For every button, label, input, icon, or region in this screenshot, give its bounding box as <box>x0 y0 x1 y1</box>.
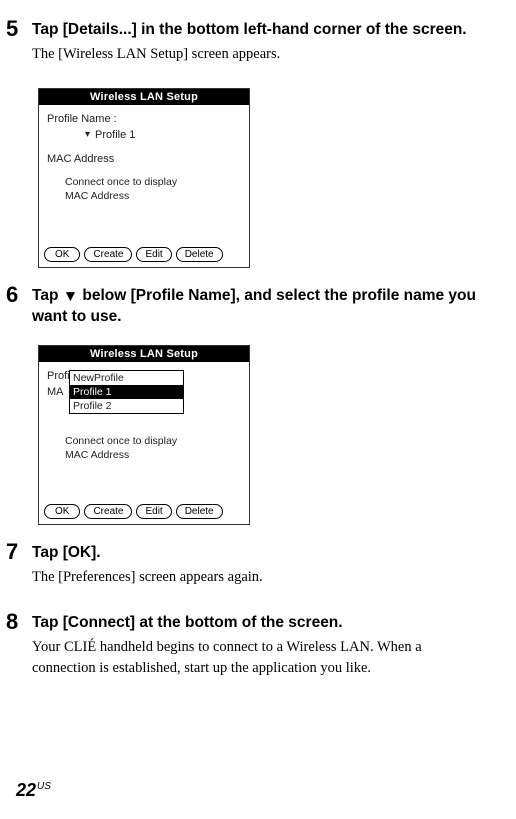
device-titlebar: Wireless LAN Setup <box>39 89 249 105</box>
step-number: 7 <box>6 541 32 597</box>
chevron-down-icon[interactable]: ▾ <box>85 130 90 140</box>
step-title: Tap [Details...] in the bottom left-hand… <box>32 20 486 41</box>
step-title: Tap [Connect] at the bottom of the scree… <box>32 613 486 634</box>
create-button[interactable]: Create <box>84 247 132 262</box>
step-content: Tap [Connect] at the bottom of the scree… <box>32 611 486 688</box>
ok-button[interactable]: OK <box>44 504 80 519</box>
mac-hint-line1: Connect once to display <box>65 434 241 448</box>
delete-button[interactable]: Delete <box>176 504 223 519</box>
mac-hint-line2: MAC Address <box>65 189 241 203</box>
device-titlebar: Wireless LAN Setup <box>39 346 249 362</box>
device-footer: OK Create Edit Delete <box>39 500 249 524</box>
mac-address-label: MAC Address <box>47 153 241 165</box>
device-screenshot-1: Wireless LAN Setup Profile Name : ▾ Prof… <box>38 88 250 268</box>
dropdown-option-profile1[interactable]: Profile 1 <box>70 385 183 399</box>
profile-name-label: Profile Name : <box>47 113 241 125</box>
step-content: Tap ▼ below [Profile Name], and select t… <box>32 284 486 331</box>
step-number: 5 <box>6 18 32 74</box>
mac-hint-line2: MAC Address <box>65 448 241 462</box>
step-number: 8 <box>6 611 32 688</box>
profile-dropdown[interactable]: NewProfile Profile 1 Profile 2 <box>69 370 184 414</box>
step-title-post: below [Profile Name], and select the pro… <box>32 287 476 325</box>
device-footer: OK Create Edit Delete <box>39 243 249 267</box>
step-body: The [Preferences] screen appears again. <box>32 567 486 587</box>
step-number: 6 <box>6 284 32 331</box>
device-body: Profile Name : MA NewProfile Profile 1 P… <box>39 362 249 500</box>
delete-button[interactable]: Delete <box>176 247 223 262</box>
step-5: 5 Tap [Details...] in the bottom left-ha… <box>6 18 486 74</box>
device-body: Profile Name : ▾ Profile 1 MAC Address C… <box>39 105 249 243</box>
page-num-suffix: US <box>37 781 51 792</box>
create-button[interactable]: Create <box>84 504 132 519</box>
profile-name-value: Profile 1 <box>95 129 135 141</box>
step-content: Tap [Details...] in the bottom left-hand… <box>32 18 486 74</box>
step-title: Tap ▼ below [Profile Name], and select t… <box>32 286 486 328</box>
dropdown-option-profile2[interactable]: Profile 2 <box>70 399 183 413</box>
step-title: Tap [OK]. <box>32 543 486 564</box>
down-triangle-icon: ▼ <box>63 287 78 308</box>
mac-hint-line1: Connect once to display <box>65 175 241 189</box>
step-body: The [Wireless LAN Setup] screen appears. <box>32 44 486 64</box>
dropdown-option-newprofile[interactable]: NewProfile <box>70 371 183 385</box>
mac-address-hint: Connect once to display MAC Address <box>65 175 241 203</box>
edit-button[interactable]: Edit <box>136 504 171 519</box>
step-7: 7 Tap [OK]. The [Preferences] screen app… <box>6 541 486 597</box>
mac-prefix: MA <box>47 386 69 424</box>
device-screenshot-2: Wireless LAN Setup Profile Name : MA New… <box>38 345 250 525</box>
step-body: Your CLIÉ handheld begins to connect to … <box>32 637 486 678</box>
page-num-value: 22 <box>16 780 36 800</box>
step-6: 6 Tap ▼ below [Profile Name], and select… <box>6 284 486 331</box>
step-8: 8 Tap [Connect] at the bottom of the scr… <box>6 611 486 688</box>
ok-button[interactable]: OK <box>44 247 80 262</box>
profile-name-selector[interactable]: ▾ Profile 1 <box>85 129 241 141</box>
edit-button[interactable]: Edit <box>136 247 171 262</box>
mac-address-hint: Connect once to display MAC Address <box>65 434 241 462</box>
step-content: Tap [OK]. The [Preferences] screen appea… <box>32 541 486 597</box>
step-title-pre: Tap <box>32 287 63 304</box>
page-number: 22US <box>16 780 51 801</box>
